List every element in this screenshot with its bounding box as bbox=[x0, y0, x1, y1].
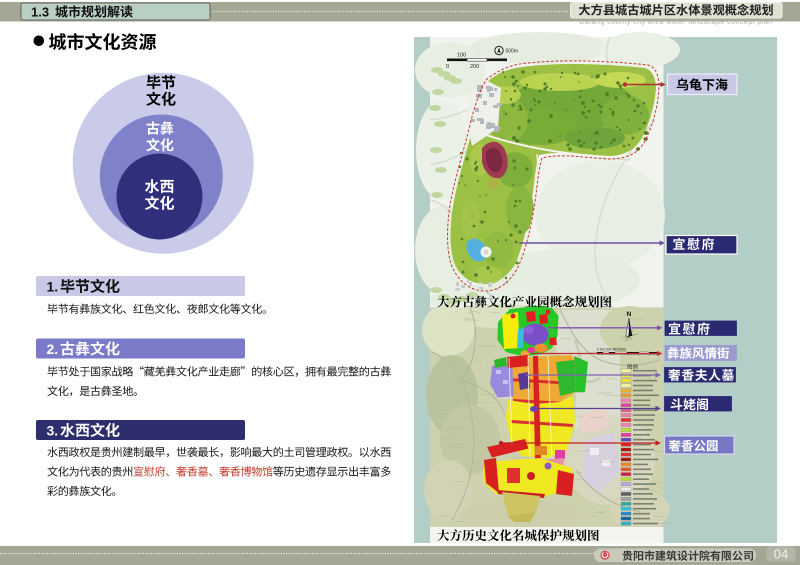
svg-text:200: 200 bbox=[470, 64, 479, 70]
svg-text:2.: 2. bbox=[47, 341, 59, 357]
svg-text:1.3: 1.3 bbox=[31, 5, 49, 20]
svg-text:N: N bbox=[627, 311, 632, 318]
svg-text:Dafang county city area water: Dafang county city area water landscape … bbox=[579, 17, 772, 26]
svg-text:500m: 500m bbox=[506, 49, 519, 55]
svg-text:100: 100 bbox=[457, 53, 466, 59]
svg-text:0 100 200 400: 0 100 200 400 800m bbox=[597, 348, 627, 352]
svg-text:1.: 1. bbox=[47, 279, 59, 295]
svg-text:3.: 3. bbox=[47, 423, 59, 439]
svg-text:0: 0 bbox=[446, 64, 449, 70]
svg-text:04: 04 bbox=[774, 547, 788, 562]
